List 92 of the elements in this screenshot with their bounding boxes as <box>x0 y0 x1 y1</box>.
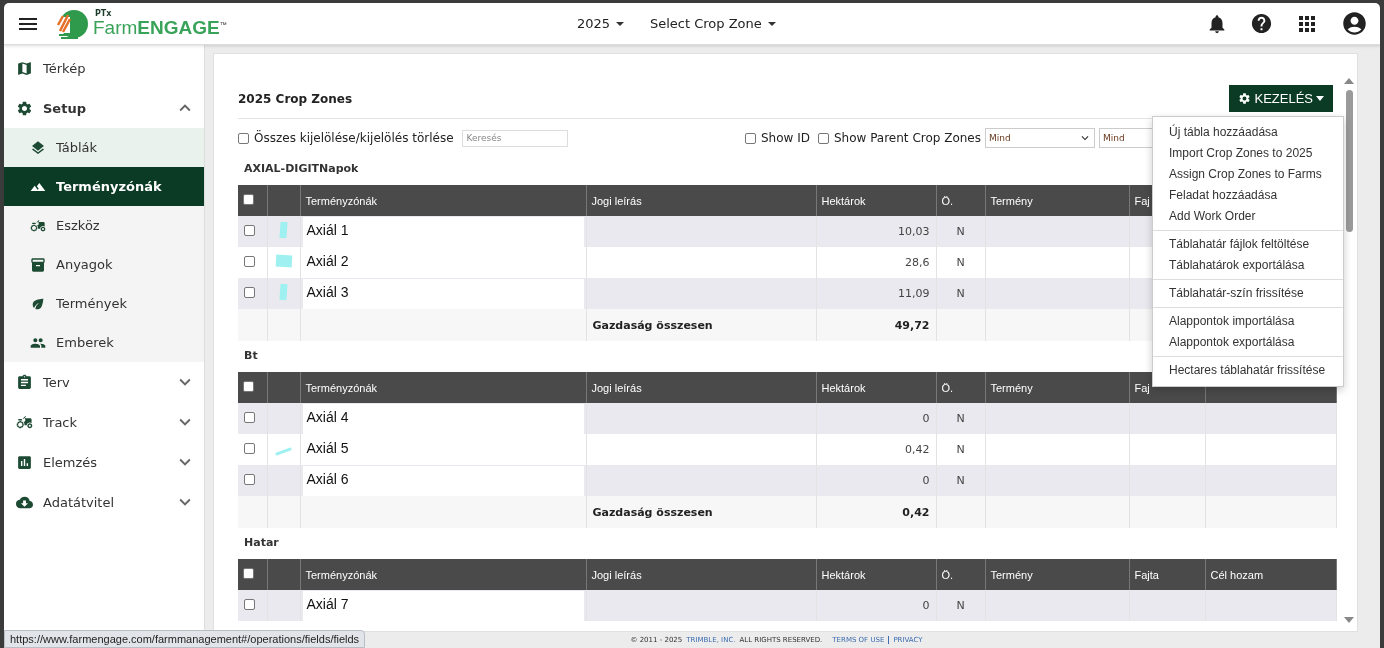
checkbox[interactable] <box>243 194 254 205</box>
table-cell: 0 <box>816 590 936 621</box>
column-header[interactable]: Termény <box>985 185 1129 216</box>
caret-icon <box>1316 96 1324 101</box>
scroll-down-icon[interactable] <box>1344 617 1354 623</box>
group-title: AXIAL-DIGITNapok <box>244 161 359 177</box>
field-shape-icon <box>275 254 292 268</box>
select-all-checkbox[interactable]: Összes kijelölése/kijelölés törlése <box>238 131 454 145</box>
nav-icon <box>16 59 33 77</box>
sidebar-item[interactable]: Elemzés <box>4 442 204 482</box>
menu-item[interactable]: Add Work Order <box>1153 206 1343 227</box>
scroll-up-icon[interactable] <box>1344 78 1354 84</box>
status-url: https://www.farmengage.com/farmmanagement#/operations/fields/fields <box>4 630 366 648</box>
search-field[interactable]: Keresés <box>461 129 568 147</box>
column-header[interactable]: Termény <box>985 559 1129 590</box>
total-label: Gazdaság összesen <box>586 309 816 341</box>
column-header[interactable]: Hektárok <box>816 559 936 590</box>
total-value: 49,72 <box>816 309 936 341</box>
nav-icon <box>16 453 33 471</box>
checkbox[interactable] <box>244 598 255 610</box>
sidebar-item[interactable]: Térkép <box>4 48 204 88</box>
nav-icon <box>16 99 33 117</box>
menu-item[interactable]: Alappontok importálása <box>1153 311 1343 332</box>
column-header[interactable]: Ö. <box>936 185 985 216</box>
sidebar-item[interactable]: Táblák <box>4 128 204 167</box>
group-title: Hatar <box>244 535 279 551</box>
sidebar-item[interactable]: Anyagok <box>4 245 204 284</box>
menu-item[interactable]: Feladat hozzáadása <box>1153 185 1343 206</box>
checkbox[interactable] <box>244 255 255 267</box>
group-title: Bt <box>244 348 258 364</box>
menu-item[interactable]: Alappontok exportálása <box>1153 332 1343 353</box>
sidebar-item[interactable]: Setup <box>4 88 204 128</box>
table-cell: N <box>936 590 985 621</box>
dropdown-picker[interactable]: Select Crop Zone <box>650 16 776 31</box>
nav-icon <box>30 217 46 234</box>
sidebar-item[interactable]: Eszköz <box>4 206 204 245</box>
checkbox[interactable] <box>244 473 255 485</box>
field-shape-icon <box>279 221 288 239</box>
brand-name: FarmENGAGE$^{™}$ <box>93 18 227 37</box>
column-header[interactable]: Termény <box>985 372 1129 403</box>
column-header[interactable]: Jogi leírás <box>586 372 816 403</box>
total-value: 0,42 <box>816 496 936 528</box>
logo-icon <box>56 8 90 39</box>
manage-button[interactable]: KEZELÉS <box>1229 85 1333 112</box>
field-shape-icon <box>279 283 288 301</box>
sidebar-item[interactable]: Termények <box>4 284 204 323</box>
menu-item[interactable]: Táblahatár-szín frissítése <box>1153 283 1343 304</box>
page-title: 2025 Crop Zones <box>238 91 353 106</box>
column-header[interactable]: Ö. <box>936 559 985 590</box>
checkbox[interactable] <box>243 381 254 392</box>
sidebar-item[interactable]: Terv <box>4 362 204 402</box>
sidebar-item[interactable]: Terményzónák <box>4 167 204 206</box>
sidebar-item[interactable]: Emberek <box>4 323 204 362</box>
column-header[interactable]: Cél hozam <box>1205 559 1336 590</box>
menu-item[interactable]: Új tábla hozzáadása <box>1153 122 1343 143</box>
dropdown-picker[interactable]: 2025 <box>576 16 624 31</box>
help-icon[interactable] <box>1250 12 1273 35</box>
checkbox[interactable] <box>244 442 255 454</box>
logo-text: PTx <box>95 10 113 18</box>
menu-item[interactable]: Import Crop Zones to 2025 <box>1153 143 1343 164</box>
column-header[interactable]: Jogi leírás <box>586 559 816 590</box>
column-header[interactable]: Hektárok <box>816 372 936 403</box>
column-header[interactable]: Fajta <box>1129 559 1205 590</box>
scrollbar-thumb[interactable] <box>1345 90 1353 232</box>
user-avatar-icon[interactable] <box>1341 10 1368 37</box>
sidebar-item[interactable]: Adatátvitel <box>4 482 204 522</box>
caret-icon <box>616 21 624 26</box>
checkbox[interactable] <box>244 286 255 298</box>
caret-icon <box>767 21 776 26</box>
nav-icon <box>30 139 46 156</box>
sidebar-item[interactable]: Track <box>4 402 204 442</box>
checkbox[interactable] <box>244 224 255 236</box>
column-header[interactable]: Terményzónák <box>300 372 586 403</box>
field-shape-icon <box>275 447 292 456</box>
column-header[interactable]: Jogi leírás <box>586 185 816 216</box>
show-parent-checkbox[interactable]: Show Parent Crop Zones <box>817 131 981 145</box>
column-header[interactable]: Terményzónák <box>300 185 586 216</box>
column-header[interactable]: Hektárok <box>816 185 936 216</box>
total-label: Gazdaság összesen <box>586 496 816 528</box>
menu-item[interactable]: Assign Crop Zones to Farms <box>1153 164 1343 185</box>
menu-item[interactable]: Táblahatárok exportálása <box>1153 255 1343 276</box>
filter-dropdown[interactable]: Mind <box>985 128 1095 148</box>
show-id-checkbox[interactable]: Show ID <box>744 131 810 145</box>
column-header[interactable]: Ö. <box>936 372 985 403</box>
nav-icon <box>16 413 33 431</box>
menu-item[interactable]: Táblahatár fájlok feltöltése <box>1153 234 1343 255</box>
nav-icon <box>16 373 33 391</box>
column-header[interactable]: Terményzónák <box>300 559 586 590</box>
checkbox[interactable] <box>244 411 255 423</box>
gear-icon <box>1238 92 1252 105</box>
nav-icon <box>30 256 46 273</box>
checkbox[interactable] <box>243 568 254 579</box>
